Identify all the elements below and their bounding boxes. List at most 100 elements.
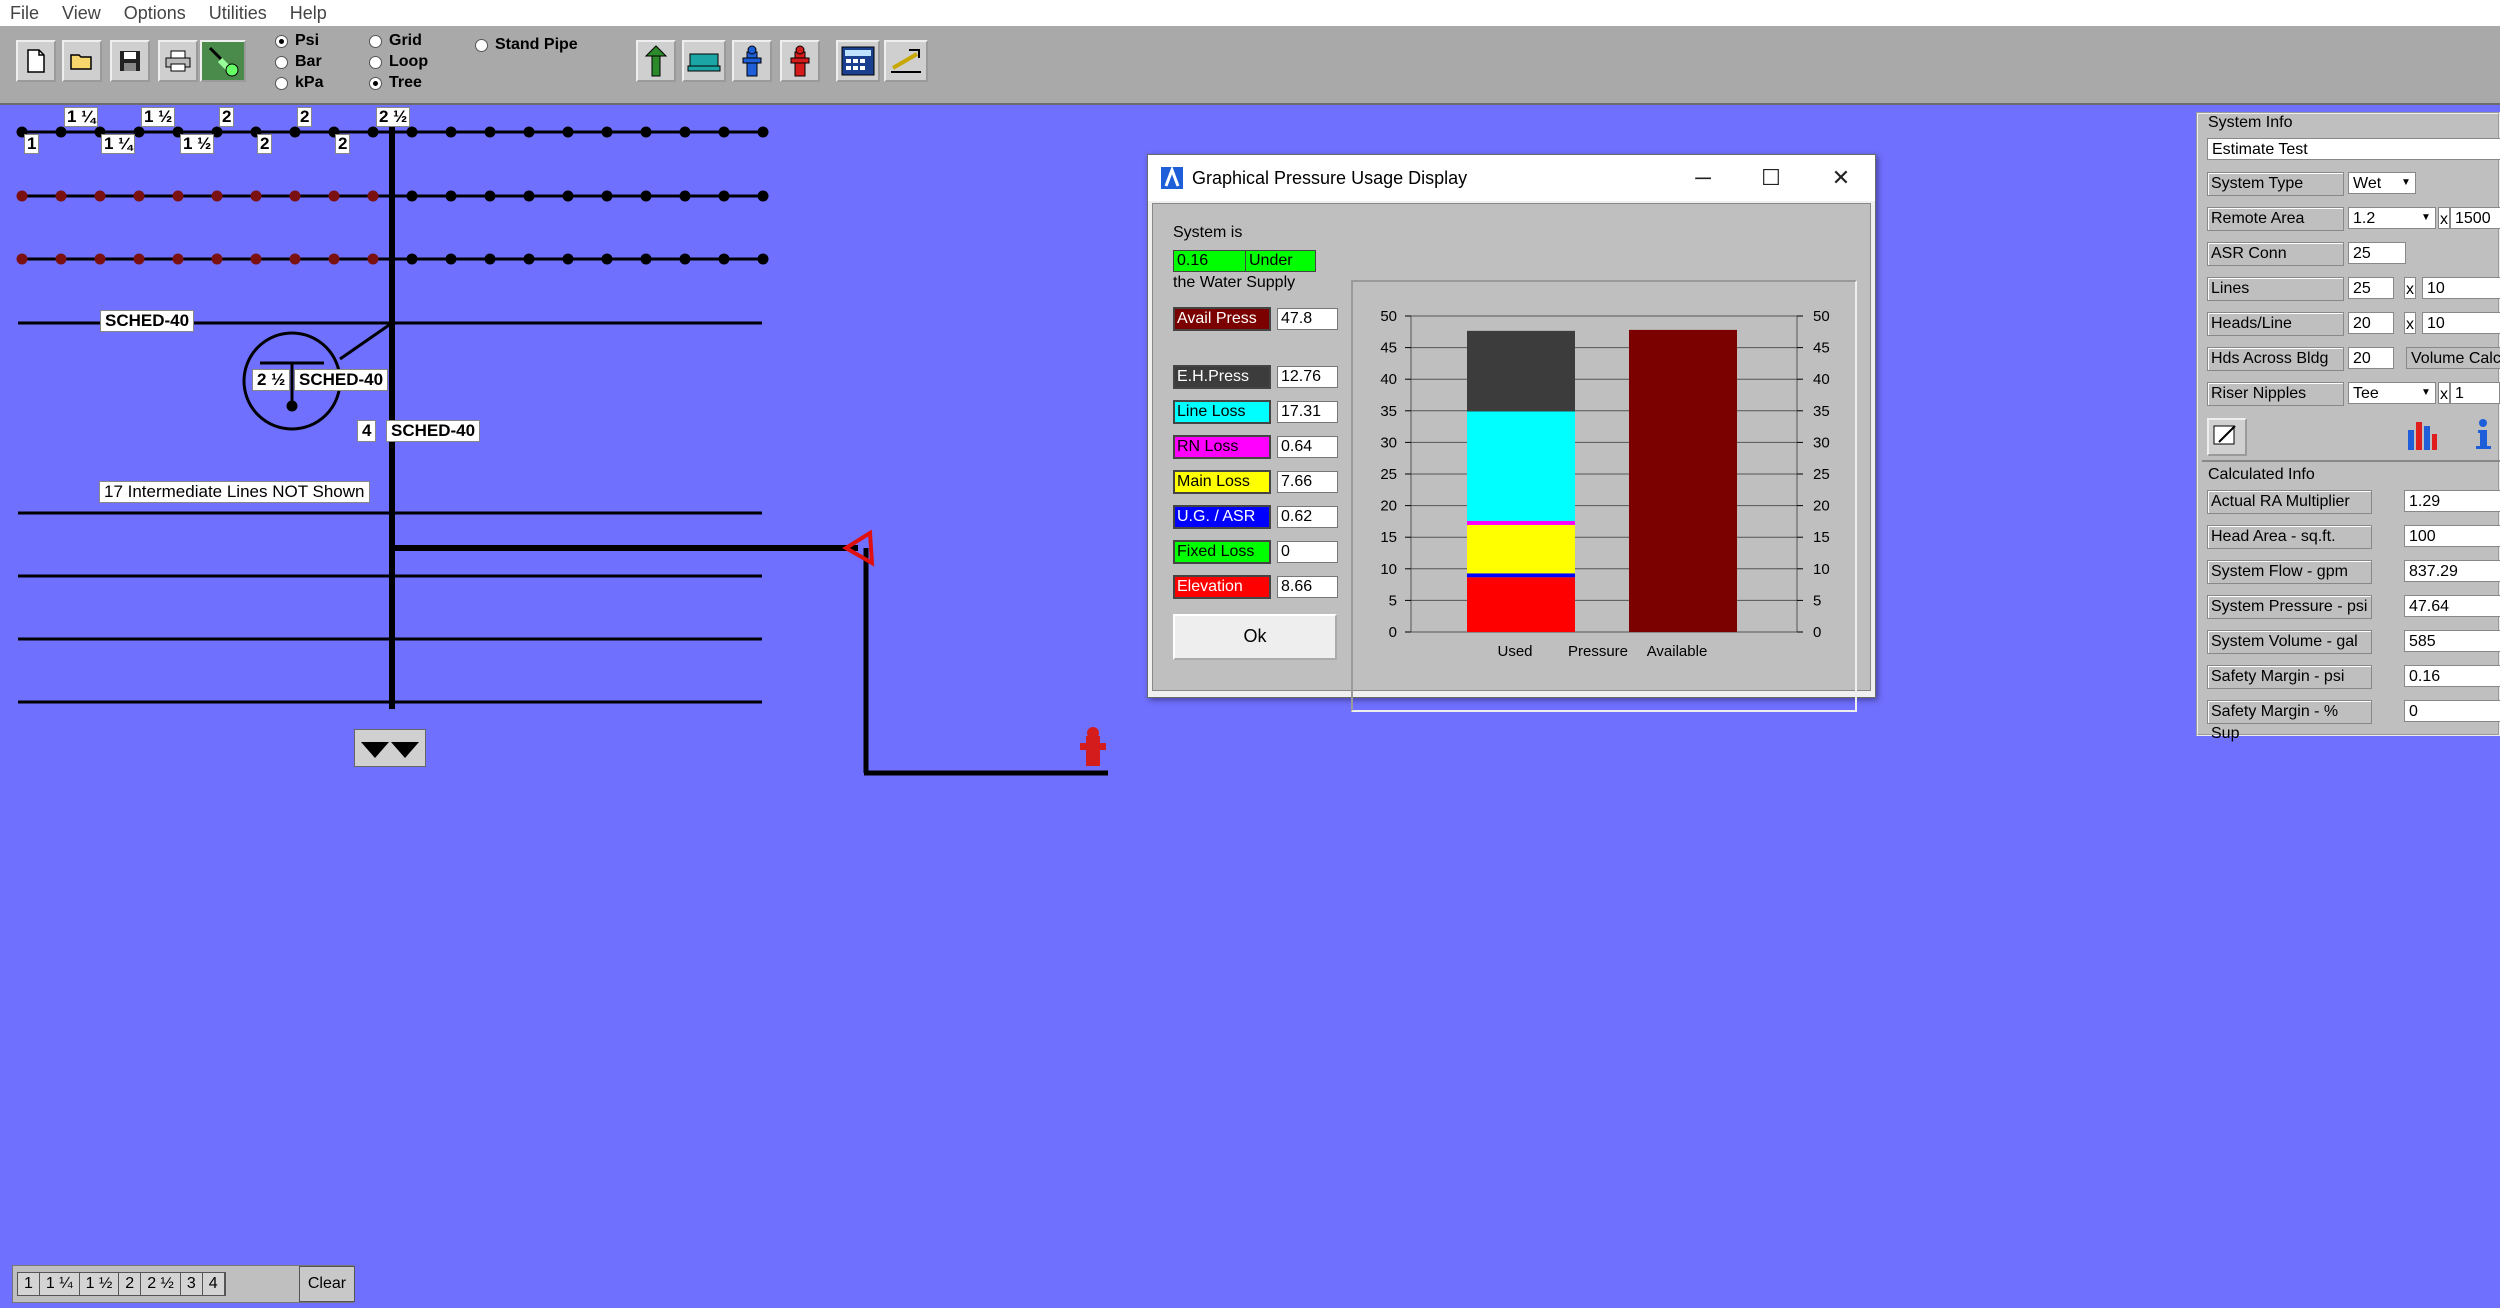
sprinkler-head[interactable] <box>640 190 652 202</box>
menu-file[interactable]: File <box>10 3 39 24</box>
pipe-size-option[interactable]: 2 ½ <box>141 1273 181 1295</box>
sprinkler-head[interactable] <box>55 253 67 265</box>
sprinkler-head[interactable] <box>601 190 613 202</box>
sprinkler-head[interactable] <box>562 190 574 202</box>
sprinkler-button[interactable] <box>200 40 246 82</box>
sprinkler-head[interactable] <box>640 126 652 138</box>
sprinkler-head[interactable] <box>601 126 613 138</box>
maximize-button[interactable]: ☐ <box>1756 163 1786 193</box>
sprinkler-head[interactable] <box>679 253 691 265</box>
sprinkler-head[interactable] <box>55 190 67 202</box>
sprinkler-head[interactable] <box>484 253 496 265</box>
sprinkler-head[interactable] <box>172 253 184 265</box>
info-button[interactable] <box>2464 416 2500 452</box>
sprinkler-head[interactable] <box>289 253 301 265</box>
sprinkler-head[interactable] <box>211 253 223 265</box>
sprinkler-head[interactable] <box>16 190 28 202</box>
hds-across-input[interactable]: 20 <box>2348 347 2394 369</box>
calculator-button[interactable] <box>836 40 880 82</box>
sprinkler-head[interactable] <box>133 190 145 202</box>
sprinkler-head[interactable] <box>406 253 418 265</box>
tree-radio[interactable]: Tree <box>369 74 422 92</box>
grid-radio[interactable]: Grid <box>369 32 422 50</box>
sprinkler-head[interactable] <box>16 253 28 265</box>
close-button[interactable]: ✕ <box>1826 163 1856 193</box>
riser-nipples-count-input[interactable]: 1 <box>2450 382 2500 404</box>
clear-button[interactable]: Clear <box>299 1266 355 1302</box>
sprinkler-head[interactable] <box>328 190 340 202</box>
sprinkler-head[interactable] <box>94 253 106 265</box>
sprinkler-head[interactable] <box>484 126 496 138</box>
sprinkler-head[interactable] <box>250 190 262 202</box>
piping-diagram[interactable] <box>0 105 1150 805</box>
asr-conn-input[interactable]: 25 <box>2348 242 2406 264</box>
remote-area-size-input[interactable]: 1500 <box>2450 207 2500 229</box>
pipe-size-option[interactable]: 1 ½ <box>80 1273 120 1295</box>
sprinkler-head[interactable] <box>406 126 418 138</box>
lines-input-b[interactable]: 10 <box>2422 277 2500 299</box>
unit-psi-radio[interactable]: Psi <box>275 32 319 50</box>
remote-area-multiplier-select[interactable]: 1.2 ▼ <box>2348 207 2436 229</box>
pipe-size-option[interactable]: 1 <box>18 1273 40 1295</box>
heads-line-input-b[interactable]: 10 <box>2422 312 2500 334</box>
sprinkler-head[interactable] <box>523 190 535 202</box>
pipe-size-option[interactable]: 1 ¼ <box>40 1273 80 1295</box>
sprinkler-head[interactable] <box>757 253 769 265</box>
system-name-input[interactable]: Estimate Test <box>2207 138 2500 160</box>
sprinkler-head[interactable] <box>757 190 769 202</box>
sprinkler-head[interactable] <box>523 126 535 138</box>
sprinkler-head[interactable] <box>94 190 106 202</box>
sprinkler-head[interactable] <box>445 190 457 202</box>
pump-button[interactable] <box>682 40 726 82</box>
sprinkler-head[interactable] <box>367 126 379 138</box>
menu-options[interactable]: Options <box>124 3 186 24</box>
open-button[interactable] <box>62 40 102 82</box>
sprinkler-head[interactable] <box>679 190 691 202</box>
scroll-down-button[interactable] <box>354 729 426 767</box>
menu-utilities[interactable]: Utilities <box>209 3 267 24</box>
sprinkler-head[interactable] <box>211 190 223 202</box>
sprinkler-head[interactable] <box>718 126 730 138</box>
sprinkler-head[interactable] <box>445 253 457 265</box>
sprinkler-head[interactable] <box>172 190 184 202</box>
pipe-size-option[interactable]: 3 <box>181 1273 203 1295</box>
ok-button[interactable]: Ok <box>1173 614 1337 660</box>
sprinkler-head[interactable] <box>679 126 691 138</box>
sprinkler-head[interactable] <box>718 253 730 265</box>
pipe-size-option[interactable]: 4 <box>203 1273 225 1295</box>
pipe-size-option[interactable]: 2 <box>119 1273 142 1295</box>
sprinkler-head[interactable] <box>133 253 145 265</box>
sprinkler-head[interactable] <box>484 190 496 202</box>
system-type-select[interactable]: Wet ▼ <box>2348 172 2416 194</box>
fire-hydrant-icon[interactable] <box>1080 727 1106 766</box>
sprinkler-head[interactable] <box>523 253 535 265</box>
unit-kpa-radio[interactable]: kPa <box>275 74 323 92</box>
riser-nipple-pipe[interactable] <box>339 321 393 361</box>
edit-notes-button[interactable] <box>2207 418 2247 456</box>
blue-hydrant-button[interactable] <box>732 40 772 82</box>
bar-chart-button[interactable] <box>2404 416 2440 452</box>
stand-pipe-radio[interactable]: Stand Pipe <box>475 36 578 54</box>
sprinkler-head[interactable] <box>718 190 730 202</box>
red-hydrant-button[interactable] <box>780 40 820 82</box>
loop-radio[interactable]: Loop <box>369 53 428 71</box>
sprinkler-head[interactable] <box>562 253 574 265</box>
riser-button[interactable] <box>636 40 676 82</box>
sprinkler-head[interactable] <box>406 190 418 202</box>
lines-input-a[interactable]: 25 <box>2348 277 2394 299</box>
new-file-button[interactable] <box>16 40 56 82</box>
sprinkler-head[interactable] <box>328 253 340 265</box>
sprinkler-head[interactable] <box>367 253 379 265</box>
riser-nipples-select[interactable]: Tee ▼ <box>2348 382 2436 404</box>
sprinkler-head[interactable] <box>367 190 379 202</box>
graph-tool-button[interactable] <box>884 40 928 82</box>
riser-detail-head[interactable] <box>286 400 298 412</box>
print-button[interactable] <box>158 40 198 82</box>
sprinkler-head[interactable] <box>601 253 613 265</box>
sprinkler-head[interactable] <box>55 126 67 138</box>
minimize-button[interactable]: ─ <box>1688 163 1718 193</box>
sprinkler-head[interactable] <box>250 253 262 265</box>
sprinkler-head[interactable] <box>757 126 769 138</box>
menu-help[interactable]: Help <box>290 3 327 24</box>
volume-calc-button[interactable]: Volume Calc <box>2406 347 2500 369</box>
